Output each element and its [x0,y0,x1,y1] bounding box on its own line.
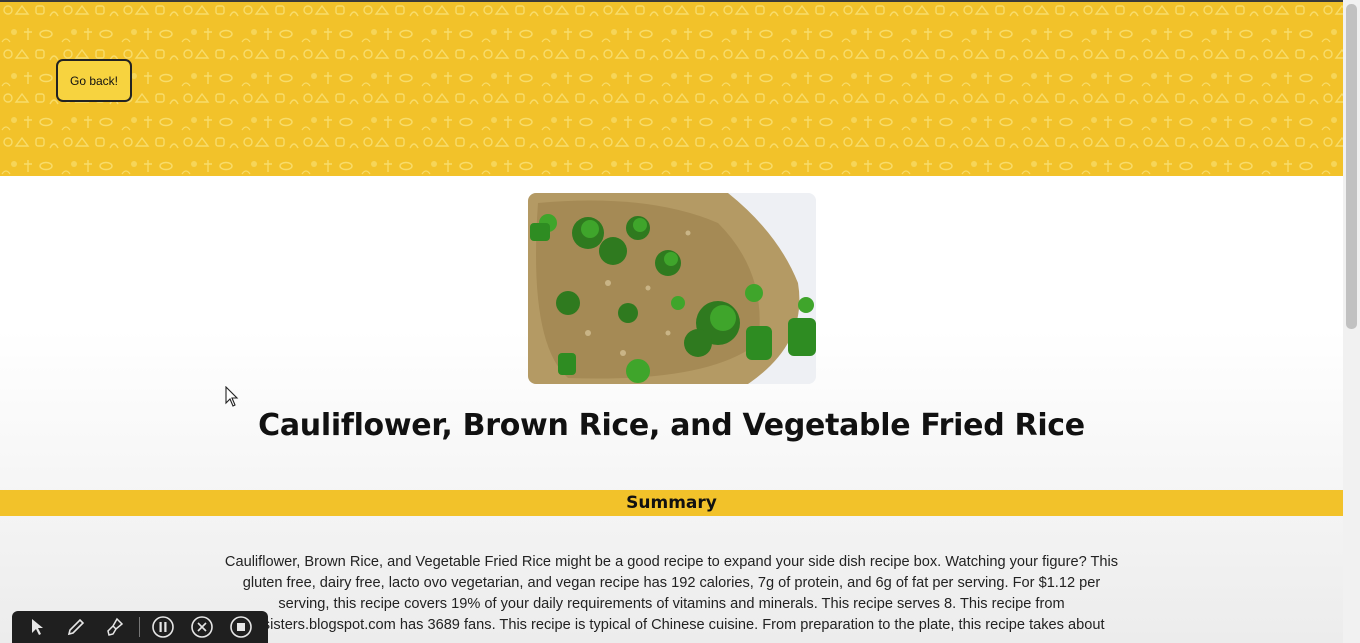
pause-icon[interactable] [148,612,178,642]
summary-heading: Summary [0,490,1343,516]
vertical-scrollbar[interactable] [1343,0,1360,643]
food-doodle-pattern [0,2,1343,176]
pen-icon[interactable] [61,612,91,642]
mouse-cursor-icon [225,386,239,407]
summary-line: Cauliflower, Brown Rice, and Vegetable F… [224,554,1119,570]
header-banner: Go back! [0,2,1343,176]
recipe-page: Go back! Cauliflower, Brown Rice, and Ve… [0,0,1343,643]
summary-paragraph: Cauliflower, Brown Rice, and Vegetable F… [195,552,1148,636]
cancel-icon[interactable] [187,612,217,642]
fried-rice-photo [528,193,816,384]
scrollbar-thumb[interactable] [1346,4,1357,329]
pointer-icon[interactable] [22,612,52,642]
stop-icon[interactable] [226,612,256,642]
toolbar-divider [139,617,140,637]
summary-heading-label: Summary [626,493,717,513]
recipe-image [528,193,816,384]
summary-line: gluten free, dairy free, lacto ovo veget… [242,575,1101,591]
summary-line: bensisters.blogspot.com has 3689 fans. T… [238,617,1105,633]
recipe-title: Cauliflower, Brown Rice, and Vegetable F… [258,408,1085,443]
recording-toolbar [12,611,268,643]
brush-icon[interactable] [100,612,130,642]
summary-line: serving, this recipe covers 19% of your … [278,596,1065,612]
go-back-button[interactable]: Go back! [56,59,132,102]
